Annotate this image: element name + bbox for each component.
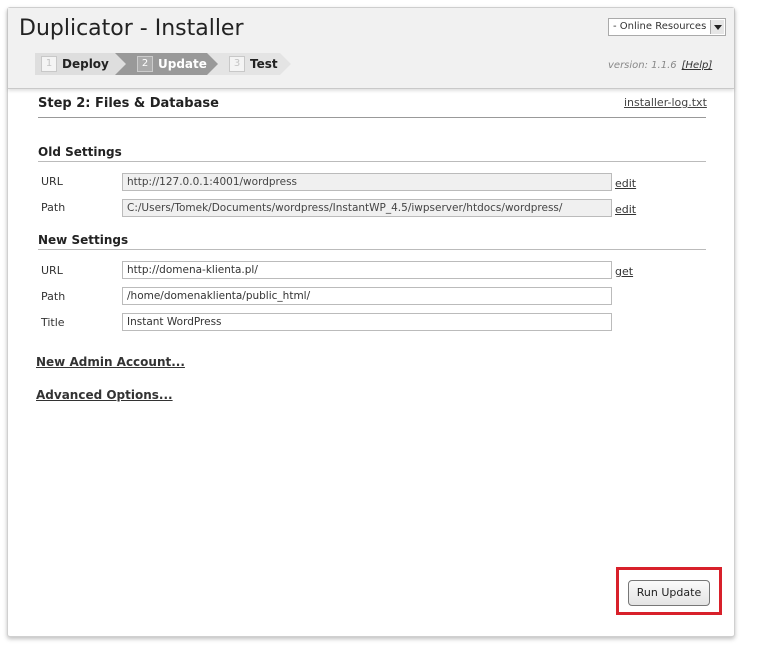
version-text: version: 1.1.6 — [608, 60, 677, 71]
old-path-edit-link[interactable]: edit — [615, 203, 636, 216]
step-number: 2 — [137, 56, 153, 72]
new-path-input[interactable]: /home/domenaklienta/public_html/ — [122, 287, 612, 305]
online-resources-select[interactable]: - Online Resources - — [608, 18, 726, 36]
online-resources-label: - Online Resources - — [613, 21, 714, 32]
new-url-input[interactable]: http://domena-klienta.pl/ — [122, 261, 612, 279]
step-deploy: 1 Deploy — [35, 53, 127, 75]
app-title: Duplicator - Installer — [19, 16, 244, 41]
chevron-down-icon — [710, 20, 724, 34]
step-number: 1 — [41, 56, 57, 72]
old-path-field: C:/Users/Tomek/Documents/wordpress/Insta… — [122, 199, 612, 217]
step-label: Deploy — [62, 57, 109, 71]
advanced-options-link[interactable]: Advanced Options... — [36, 388, 173, 402]
new-url-get-link[interactable]: get — [615, 265, 633, 278]
old-path-label: Path — [41, 201, 66, 214]
new-title-input[interactable]: Instant WordPress — [122, 313, 612, 331]
step-label: Test — [250, 57, 278, 71]
installer-log-link[interactable]: installer-log.txt — [624, 96, 707, 109]
installer-window: Duplicator - Installer - Online Resource… — [7, 7, 735, 637]
step-test: 3 Test — [207, 53, 291, 75]
new-path-label: Path — [41, 290, 66, 303]
old-url-edit-link[interactable]: edit — [615, 177, 636, 190]
new-url-label: URL — [41, 264, 63, 277]
step-update: 2 Update — [115, 53, 219, 75]
help-link[interactable]: [Help] — [682, 60, 713, 71]
old-url-field: http://127.0.0.1:4001/wordpress — [122, 173, 612, 191]
new-settings-title: New Settings — [38, 233, 706, 250]
step-number: 3 — [229, 56, 245, 72]
step-label: Update — [158, 57, 207, 71]
new-admin-account-link[interactable]: New Admin Account... — [36, 355, 185, 369]
old-settings-title: Old Settings — [38, 145, 706, 162]
version-info: version: 1.1.6 [Help] — [608, 60, 712, 71]
installer-header: Duplicator - Installer - Online Resource… — [8, 8, 734, 89]
new-title-label: Title — [41, 316, 65, 329]
old-url-label: URL — [41, 175, 63, 188]
run-update-button[interactable]: Run Update — [628, 580, 710, 606]
section-title: Step 2: Files & Database — [38, 96, 706, 118]
